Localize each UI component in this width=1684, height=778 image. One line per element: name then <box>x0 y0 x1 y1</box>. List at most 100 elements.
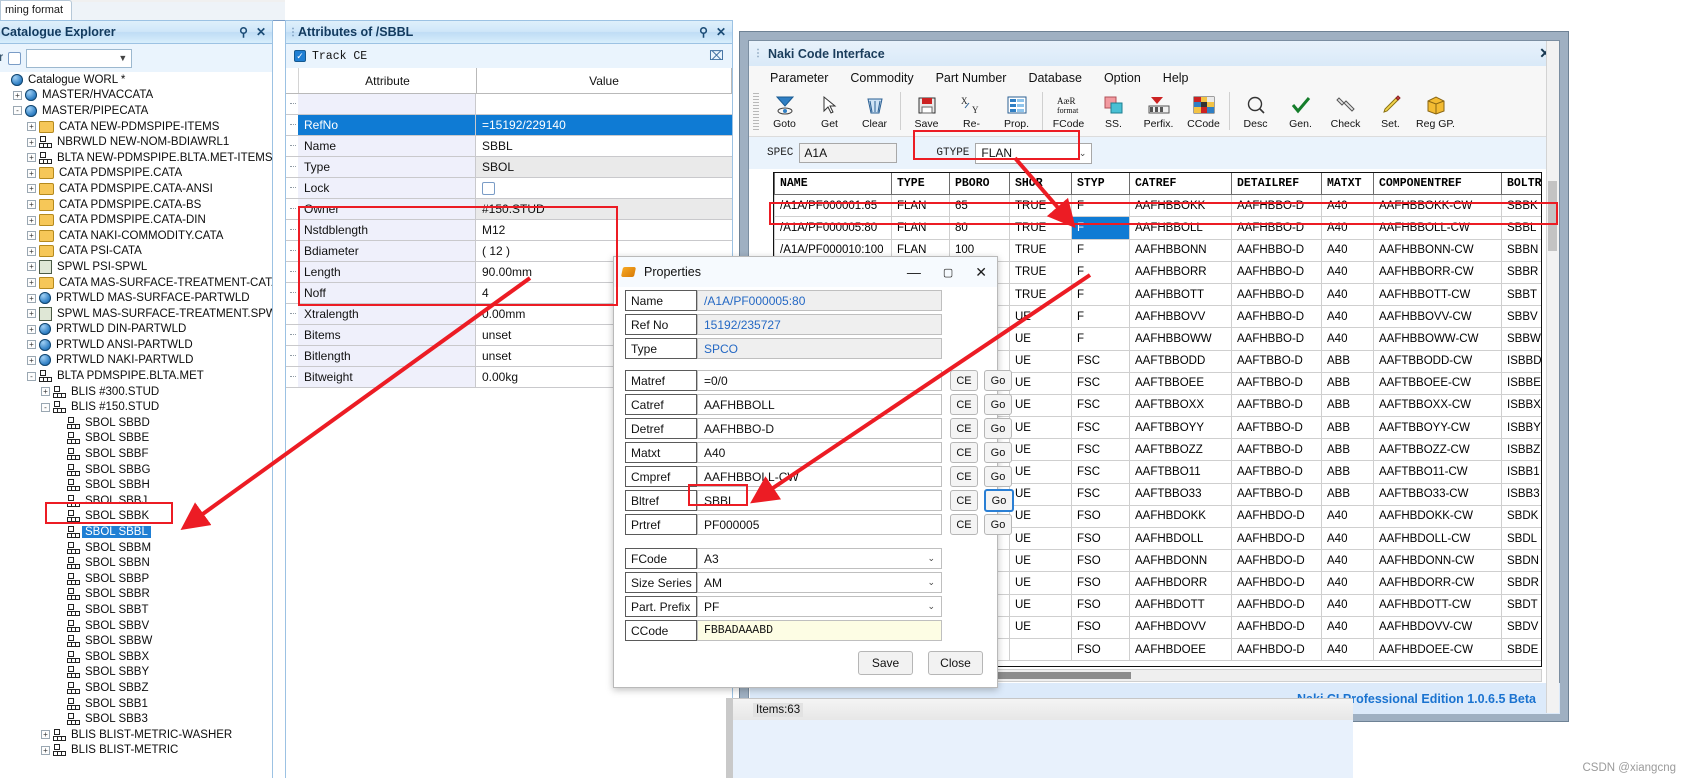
tree-item[interactable]: SBOL SBBT <box>0 602 272 618</box>
table-cell[interactable]: FSO <box>1072 550 1130 572</box>
table-cell[interactable]: AAFHBBOLL-CW <box>1374 217 1502 239</box>
table-cell[interactable]: ABB <box>1322 394 1374 417</box>
table-cell[interactable]: A40 <box>1322 217 1374 239</box>
table-cell[interactable]: SBBR <box>1502 262 1541 283</box>
toolbar-button-desc[interactable]: Desc <box>1233 90 1278 135</box>
collapse-icon[interactable]: - <box>41 402 50 412</box>
table-cell[interactable]: 80 <box>950 217 1010 239</box>
table-cell[interactable]: SBBN <box>1502 240 1541 261</box>
column-header-type[interactable]: TYPE <box>892 173 950 195</box>
table-cell[interactable]: AAFHBDO-D <box>1232 616 1322 638</box>
pin-icon[interactable]: ⚲ <box>699 25 708 39</box>
filter-combo[interactable]: ▼ <box>26 48 133 68</box>
attribute-row[interactable]: Owner #150.STUD <box>286 199 732 220</box>
table-cell[interactable] <box>1010 638 1072 661</box>
pin-icon[interactable]: ⚲ <box>239 25 248 39</box>
table-cell[interactable]: AAFTBBOEE-CW <box>1374 372 1502 394</box>
expand-icon[interactable]: + <box>27 200 36 210</box>
table-cell[interactable]: A40 <box>1322 239 1374 261</box>
table-cell[interactable]: AAFTBBO33-CW <box>1374 483 1502 505</box>
toolbar-button-save[interactable]: Save <box>904 90 949 135</box>
table-cell[interactable]: AAFHBDONN-CW <box>1374 550 1502 572</box>
table-cell[interactable]: FSC <box>1072 483 1130 505</box>
tree-item[interactable]: SBOL SBBJ <box>0 493 272 509</box>
attribute-row[interactable]: Lock <box>286 178 732 199</box>
table-cell[interactable]: AAFTBBOEE <box>1130 372 1232 394</box>
table-cell[interactable]: AAFHBBO-D <box>1232 217 1322 239</box>
table-cell[interactable]: ISBBX <box>1502 395 1541 416</box>
ce-button[interactable]: CE <box>950 466 978 487</box>
table-cell[interactable]: UE <box>1010 372 1072 394</box>
table-row[interactable]: /A1A/PF000001:65 FLAN 65 TRUE F AAFHBBOKK AAFH… <box>774 195 1541 218</box>
tree-item[interactable]: + MASTER/HVACCATA <box>0 88 272 104</box>
table-cell[interactable]: A40 <box>1322 594 1374 616</box>
menu-item-option[interactable]: Option <box>1093 69 1152 87</box>
toolbar-button-ss[interactable]: SS. <box>1091 90 1136 135</box>
table-cell[interactable]: ABB <box>1322 483 1374 505</box>
tree-item[interactable]: - BLIS #150.STUD <box>0 399 272 415</box>
table-cell[interactable]: UE <box>1010 505 1072 527</box>
table-cell[interactable]: FSO <box>1072 616 1130 638</box>
column-header-styp[interactable]: STYP <box>1072 173 1130 195</box>
table-cell[interactable]: AAFTBBOXX-CW <box>1374 394 1502 417</box>
table-cell[interactable]: AAFHBBOWW <box>1130 328 1232 350</box>
property-input[interactable]: =0/0 <box>697 370 942 391</box>
table-cell[interactable]: ISBBD <box>1502 351 1541 372</box>
table-cell[interactable]: UE <box>1010 328 1072 350</box>
attribute-value[interactable] <box>476 178 732 198</box>
attribute-value[interactable]: =15192/229140 <box>476 115 732 135</box>
table-cell[interactable]: SBBW <box>1502 328 1541 349</box>
table-cell[interactable]: AAFTBBO-D <box>1232 350 1322 372</box>
table-cell[interactable]: SBDV <box>1502 617 1541 638</box>
table-cell[interactable]: AAFHBBO-D <box>1232 239 1322 261</box>
property-dropdown[interactable]: A3 ⌄ <box>697 548 942 569</box>
toolbar-button-check[interactable]: Check <box>1323 90 1368 135</box>
table-cell[interactable]: ISBB1 <box>1502 461 1541 482</box>
go-button[interactable]: Go <box>984 370 1012 391</box>
close-icon[interactable]: ✕ <box>256 25 266 39</box>
table-cell[interactable]: ISBB3 <box>1502 484 1541 505</box>
toolbar-button-set[interactable]: Set. <box>1368 90 1413 135</box>
table-cell[interactable]: SBDE <box>1502 639 1541 660</box>
table-cell[interactable]: SBDT <box>1502 595 1541 616</box>
tree-item[interactable]: + BLIS BLIST-METRIC <box>0 743 272 759</box>
table-cell[interactable]: AAFTBBO-D <box>1232 394 1322 417</box>
tree-item[interactable]: SBOL SBBE <box>0 431 272 447</box>
ccode-input[interactable]: FBBADAAABD <box>697 620 942 641</box>
table-cell[interactable]: AAFHBBOKK-CW <box>1374 195 1502 217</box>
expand-icon[interactable]: + <box>27 309 36 319</box>
table-cell[interactable]: A40 <box>1322 572 1374 594</box>
table-cell[interactable]: A40 <box>1322 528 1374 550</box>
expand-icon[interactable]: + <box>41 745 50 755</box>
table-cell[interactable]: AAFTBBO-D <box>1232 439 1322 461</box>
table-cell[interactable]: AAFHBBORR-CW <box>1374 261 1502 283</box>
table-cell[interactable]: F <box>1072 239 1130 261</box>
table-cell[interactable]: AAFHBDO-D <box>1232 550 1322 572</box>
table-cell[interactable]: AAFHBBOLL <box>1130 217 1232 239</box>
go-button[interactable]: Go <box>984 418 1012 439</box>
table-cell[interactable]: UE <box>1010 594 1072 616</box>
tree-item[interactable]: + CATA MAS-SURFACE-TREATMENT-CATA <box>0 275 272 291</box>
table-cell[interactable]: SBDK <box>1502 506 1541 527</box>
table-cell[interactable]: A40 <box>1322 261 1374 283</box>
expand-icon[interactable]: + <box>41 387 50 397</box>
column-header-matxt[interactable]: MATXT <box>1322 173 1374 195</box>
table-cell[interactable]: FSC <box>1072 461 1130 483</box>
table-cell[interactable]: ISBBZ <box>1502 439 1541 460</box>
table-cell[interactable]: AAFHBBOVV-CW <box>1374 306 1502 328</box>
go-button[interactable]: Go <box>984 466 1012 487</box>
table-cell[interactable]: /A1A/PF000001:65 <box>775 195 892 217</box>
column-header-name[interactable]: NAME <box>775 173 892 195</box>
table-cell[interactable]: ISBBY <box>1502 417 1541 438</box>
table-cell[interactable]: A40 <box>1322 328 1374 350</box>
table-cell[interactable]: FSO <box>1072 528 1130 550</box>
tree-item[interactable]: + BLTA NEW-PDMSPIPE.BLTA.MET-ITEMS <box>0 150 272 166</box>
property-dropdown[interactable]: AM ⌄ <box>697 572 942 593</box>
table-cell[interactable]: UE <box>1010 572 1072 594</box>
track-ce-checkbox[interactable]: ✓ <box>294 50 306 62</box>
table-cell[interactable]: UE <box>1010 461 1072 483</box>
tree-item[interactable]: SBOL SBBD <box>0 415 272 431</box>
attribute-row[interactable]: Type SBOL <box>286 157 732 178</box>
save-button[interactable]: Save <box>858 651 913 675</box>
tree-item[interactable]: SBOL SBBK <box>0 509 272 525</box>
